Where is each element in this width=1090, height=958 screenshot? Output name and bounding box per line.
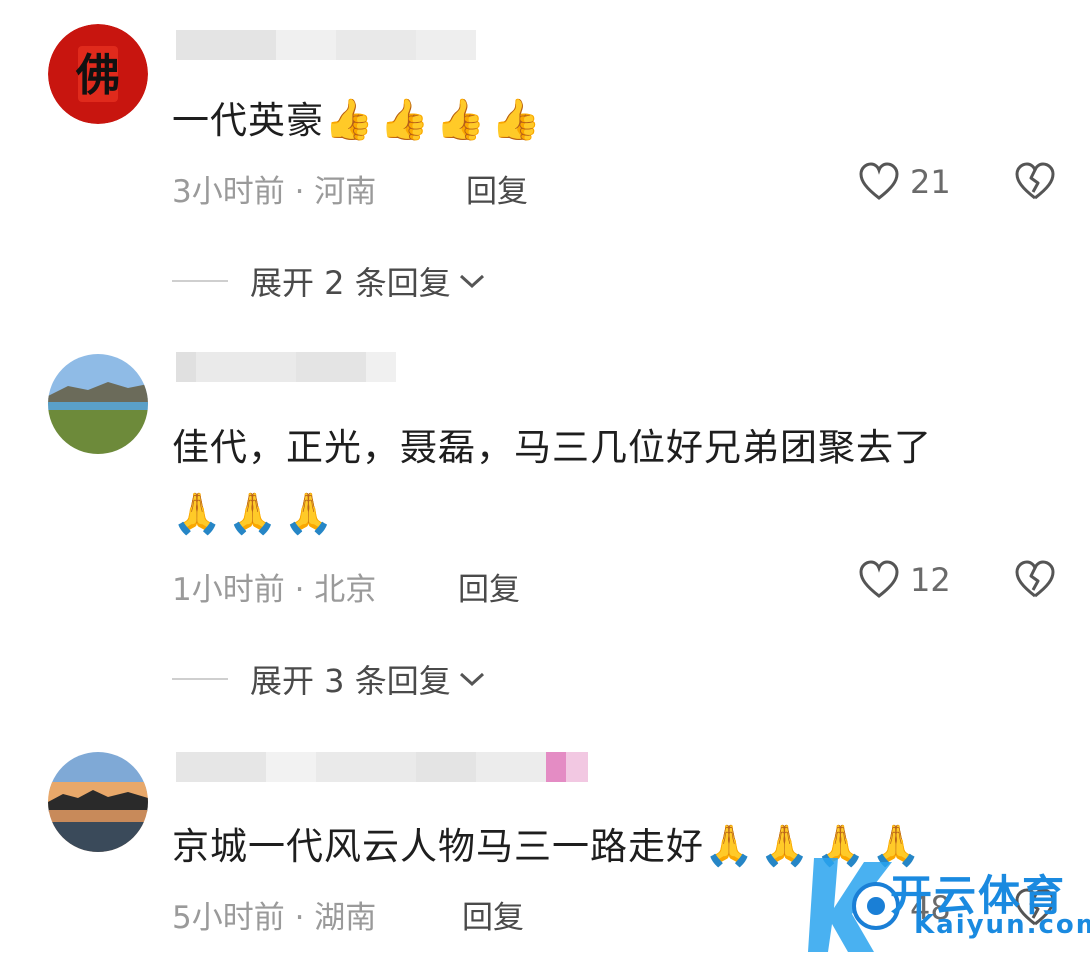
comment-text: 一代英豪👍👍👍👍 <box>172 97 548 143</box>
thumbs-up-emoji: 👍👍👍👍 <box>324 97 548 143</box>
expand-replies-button[interactable]: 展开 2 条回复 <box>250 258 451 304</box>
comment-meta: 3小时前 · 河南 <box>172 174 377 210</box>
expand-replies-button[interactable]: 展开 3 条回复 <box>250 656 451 702</box>
divider-line <box>172 678 228 680</box>
praying-hands-emoji: 🙏🙏🙏 <box>172 491 340 537</box>
avatar[interactable]: 佛 <box>48 24 148 124</box>
divider-line <box>172 280 228 282</box>
chevron-down-icon[interactable] <box>457 271 487 291</box>
dislike-button[interactable] <box>1014 162 1056 206</box>
comment-meta: 1小时前 · 北京 <box>172 572 377 608</box>
comment-meta: 5小时前 · 湖南 <box>172 900 377 936</box>
comment-text: 佳代，正光，聂磊，马三几位好兄弟团聚去了 <box>172 426 932 469</box>
reply-button[interactable]: 回复 <box>466 166 528 211</box>
reply-button[interactable]: 回复 <box>458 564 520 609</box>
watermark-en: Kaiyun.com <box>914 910 1090 940</box>
heart-icon <box>859 162 899 200</box>
dislike-button[interactable] <box>1014 560 1056 604</box>
like-count: 12 <box>910 561 951 599</box>
heart-icon <box>859 560 899 598</box>
broken-heart-icon <box>1015 162 1055 200</box>
avatar-image: 佛 <box>48 24 148 124</box>
username-blurred[interactable] <box>176 752 588 782</box>
like-button[interactable]: 21 <box>858 162 951 202</box>
avatar[interactable] <box>48 752 148 852</box>
avatar[interactable] <box>48 354 148 454</box>
username-blurred[interactable] <box>176 352 396 382</box>
expand-replies: 展开 2 条回复 <box>172 258 487 304</box>
broken-heart-icon <box>1015 560 1055 598</box>
avatar-glyph: 佛 <box>75 50 120 101</box>
kaiyun-logo-icon <box>808 858 900 952</box>
watermark: 开云体育 Kaiyun.com <box>800 848 1090 958</box>
expand-replies: 展开 3 条回复 <box>172 656 487 702</box>
avatar-image <box>48 354 148 454</box>
reply-button[interactable]: 回复 <box>462 892 524 937</box>
like-button[interactable]: 12 <box>858 560 951 600</box>
avatar-image <box>48 752 148 852</box>
username-blurred[interactable] <box>176 30 476 60</box>
like-count: 21 <box>910 163 951 201</box>
chevron-down-icon[interactable] <box>457 669 487 689</box>
